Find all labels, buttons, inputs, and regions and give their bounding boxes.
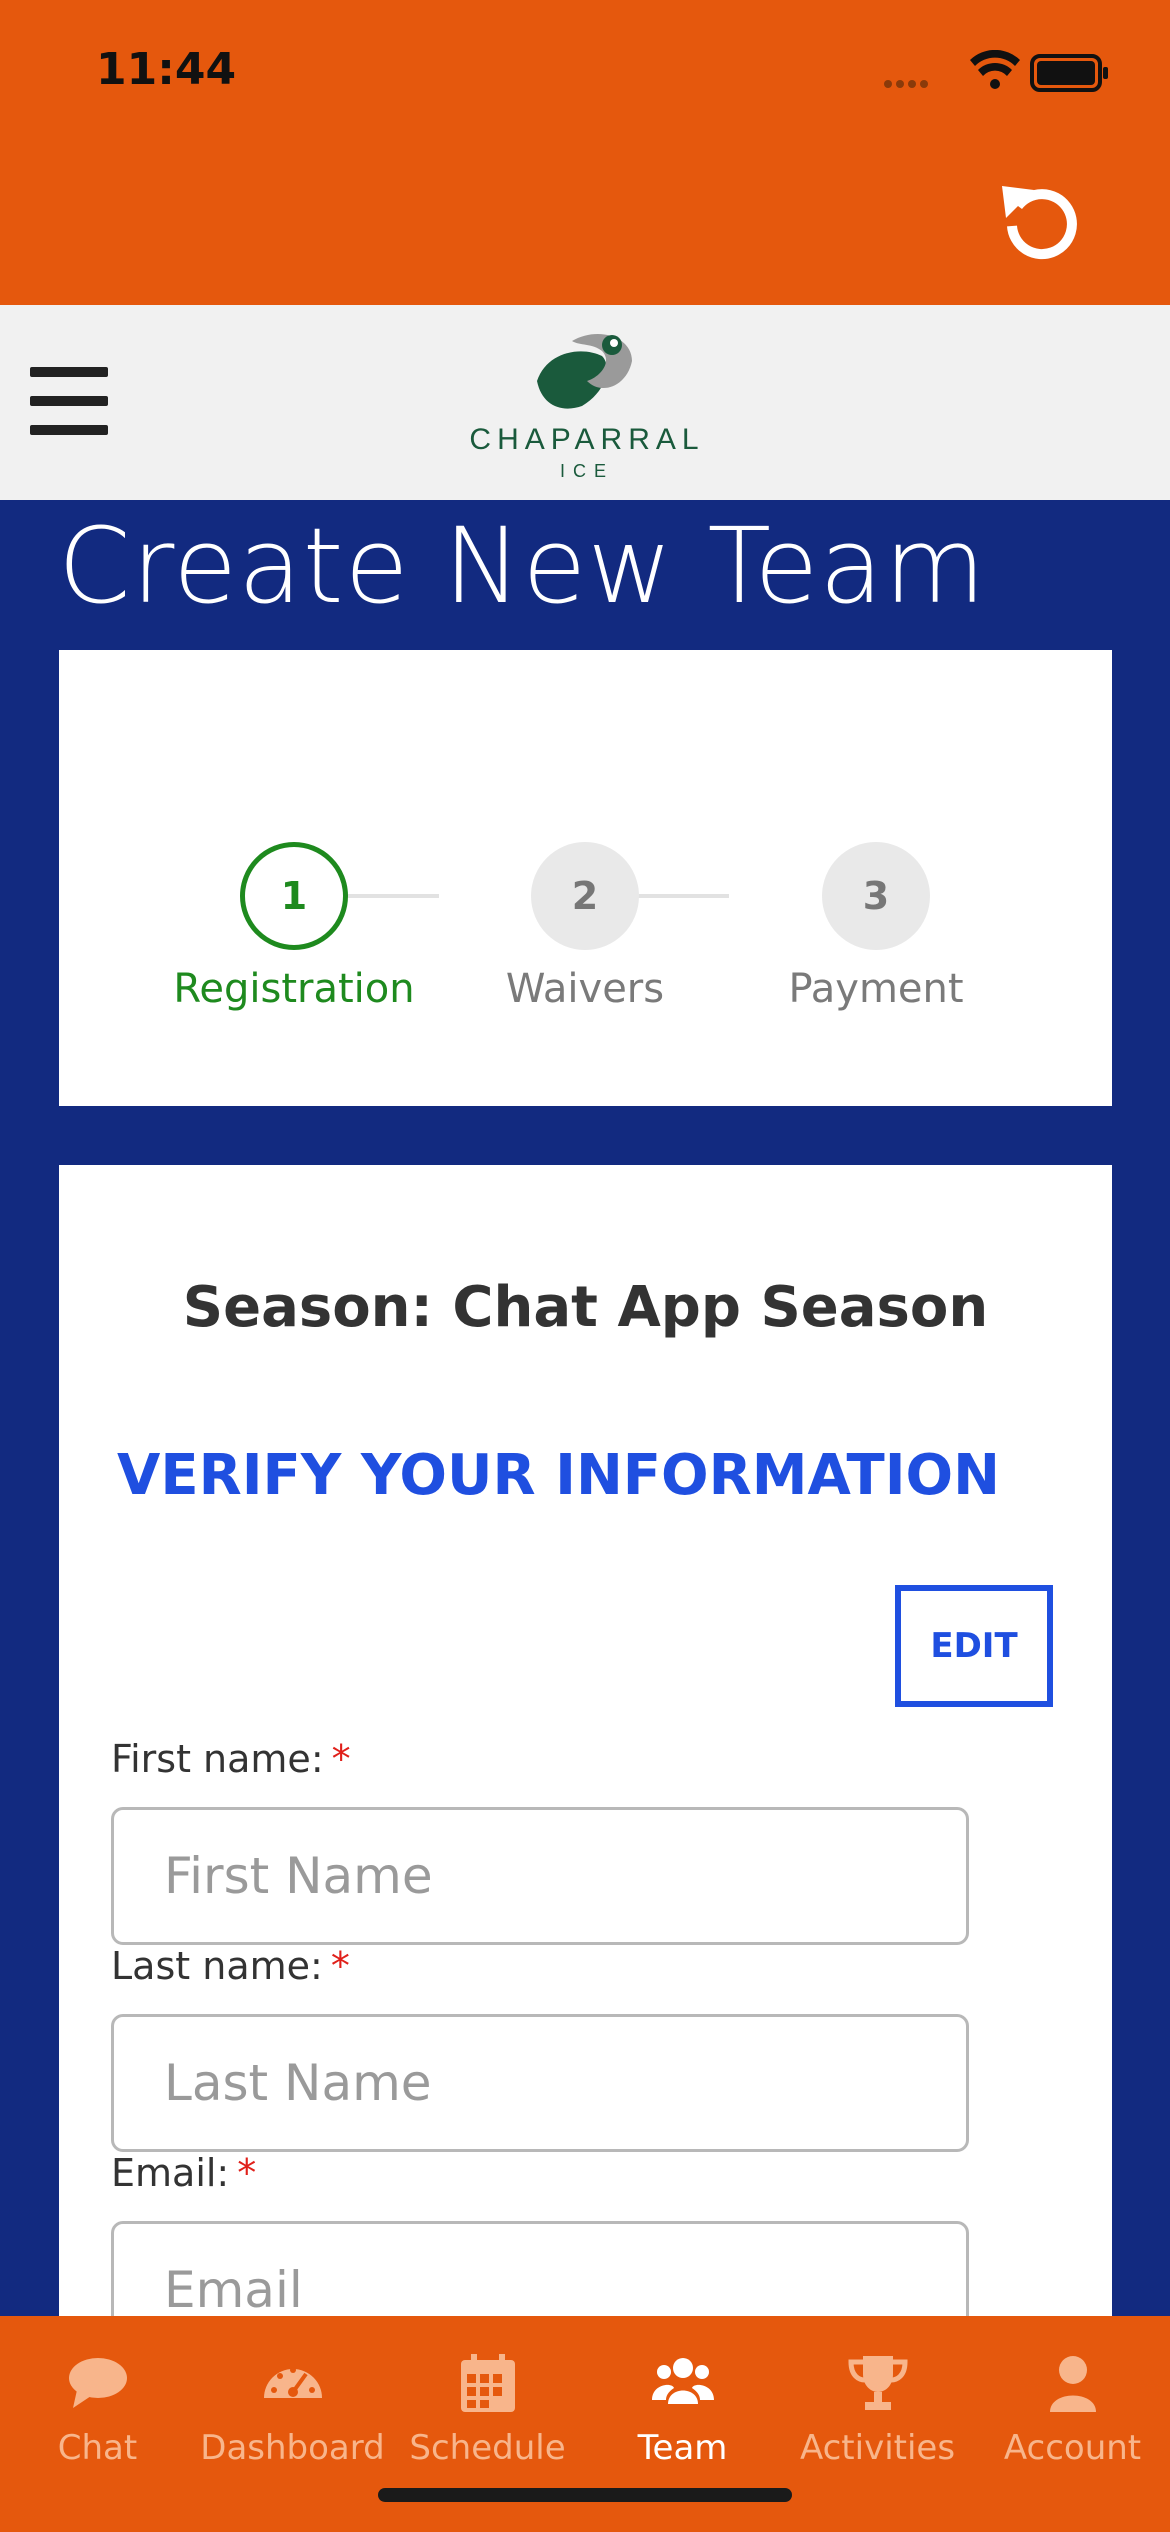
last-name-label: Last name: * [111,1944,350,1988]
tab-activities-label: Activities [799,2428,956,2468]
wifi-icon [970,49,1020,89]
home-indicator[interactable] [378,2488,792,2502]
step-3-circle: 3 [822,842,930,950]
cellular-signal-icon [884,80,928,88]
battery-icon [1030,54,1108,92]
tab-schedule[interactable]: Schedule [390,2316,585,2496]
dashboard-icon [264,2367,322,2398]
step-1-label: Registration [173,966,415,1012]
email-label: Email: * [111,2151,256,2195]
first-name-label-text: First name: [111,1737,324,1781]
reload-button[interactable] [996,176,1080,260]
first-name-field[interactable] [111,1807,969,1945]
status-icons [874,49,1114,94]
calendar-icon [461,2354,515,2412]
status-time: 11:44 [96,44,237,95]
trophy-icon [848,2356,908,2410]
reload-icon [1002,186,1077,260]
verify-heading: VERIFY YOUR INFORMATION [117,1443,1001,1508]
step-2-circle: 2 [531,842,639,950]
step-2-label: Waivers [505,966,665,1012]
last-name-label-text: Last name: [111,1944,323,1988]
required-marker: * [331,1737,351,1781]
tab-activities[interactable]: Activities [780,2316,975,2496]
edit-button[interactable]: EDIT [895,1585,1053,1707]
chaparral-ice-logo: CHAPARRAL ICE [462,321,712,491]
tab-dashboard-label: Dashboard [200,2428,385,2468]
tab-team-label: Team [637,2428,728,2468]
chat-icon [69,2358,127,2408]
step-1-circle: 1 [240,842,348,950]
hamburger-menu-button[interactable] [30,367,108,437]
logo-bar: CHAPARRAL ICE [0,305,1170,500]
email-label-text: Email: [111,2151,230,2195]
tab-dashboard[interactable]: Dashboard [195,2316,390,2496]
page-title: Create New Team [58,505,987,627]
step-3-label: Payment [788,966,964,1012]
logo-subtext: ICE [559,461,614,481]
required-marker: * [237,2151,257,2195]
team-icon [652,2358,714,2404]
top-header: 11:44 [0,0,1170,305]
required-marker: * [330,1944,350,1988]
hamburger-icon [30,367,108,377]
tab-account[interactable]: Account [975,2316,1170,2496]
last-name-field[interactable] [111,2014,969,2152]
tab-team[interactable]: Team [585,2316,780,2496]
stepper-card: 1 Registration 2 Waivers 3 Payment [59,650,1112,1106]
tab-chat[interactable]: Chat [0,2316,195,2496]
account-icon [1050,2356,1096,2412]
tab-schedule-label: Schedule [409,2428,566,2468]
tab-chat-label: Chat [57,2428,138,2468]
tab-account-label: Account [1003,2428,1142,2468]
first-name-label: First name: * [111,1737,351,1781]
logo-wordmark: CHAPARRAL [469,423,705,456]
season-title: Season: Chat App Season [182,1275,989,1340]
